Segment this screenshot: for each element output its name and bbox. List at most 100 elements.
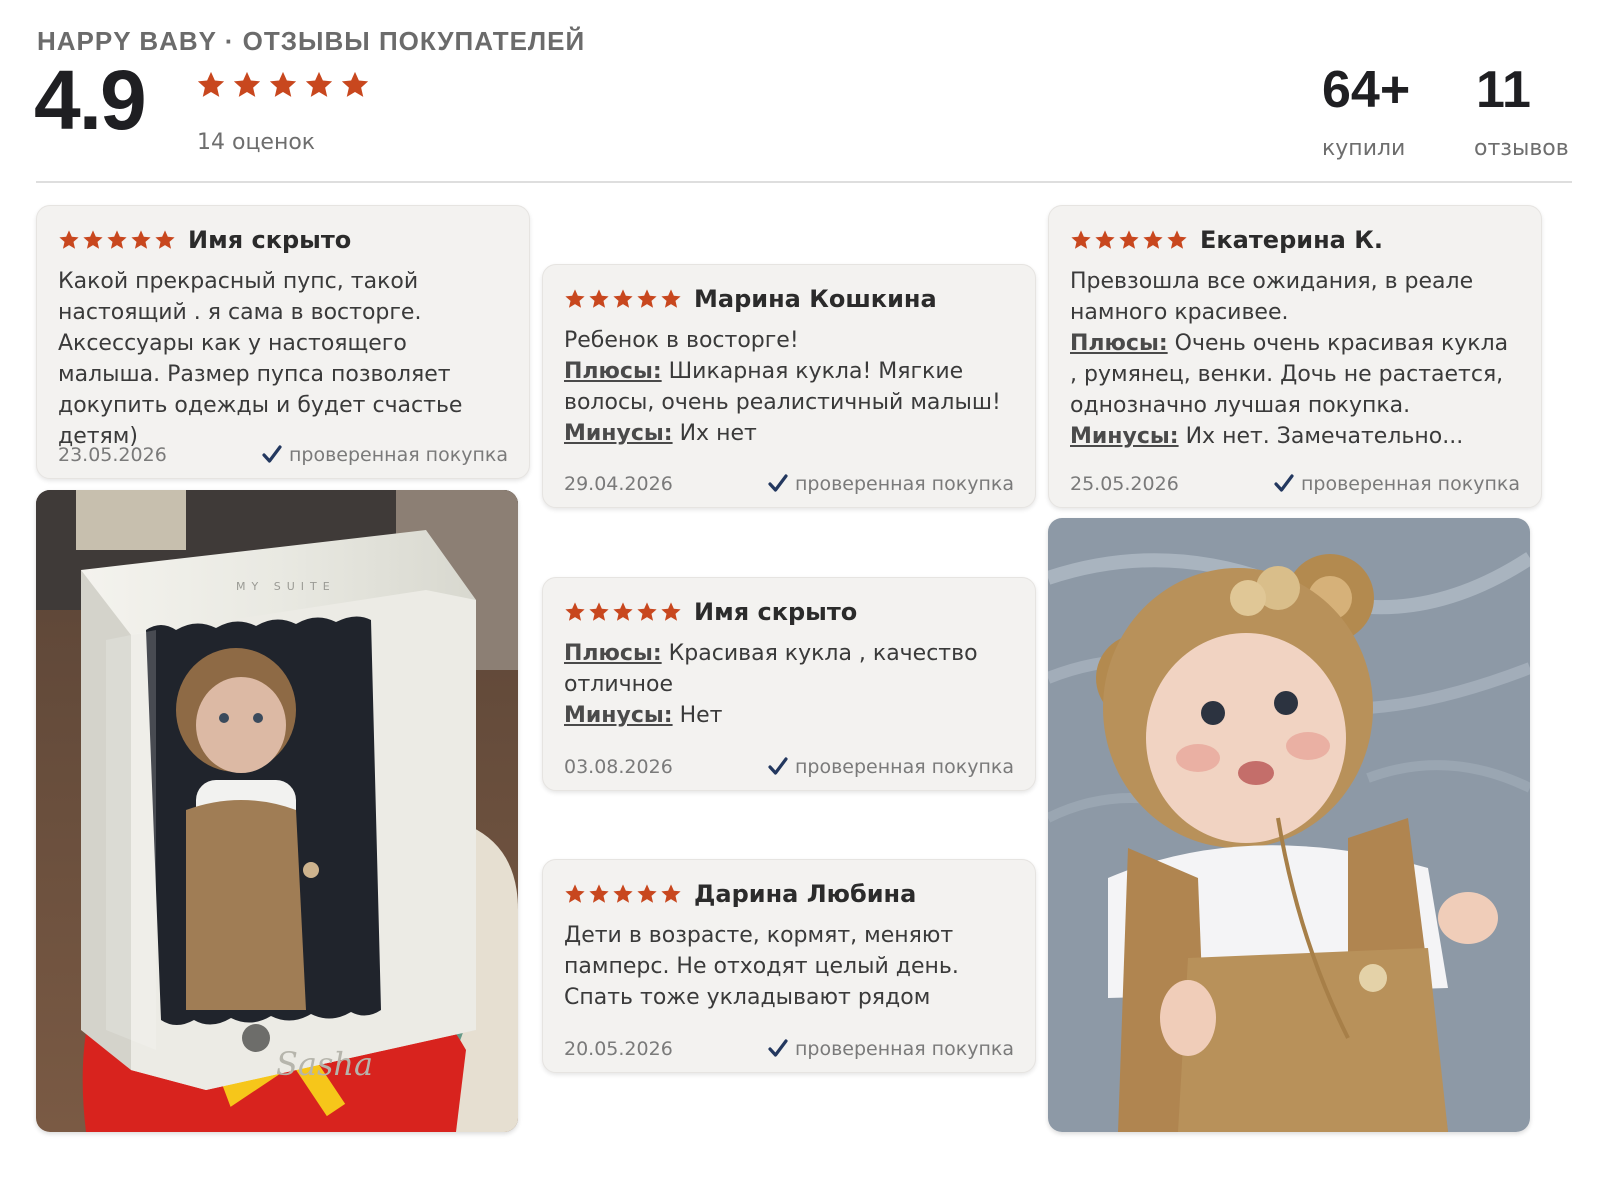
review-date: 25.05.2026: [1070, 473, 1179, 495]
average-rating-stars: [196, 70, 370, 100]
review-stars: [58, 229, 176, 251]
star-icon: [588, 288, 610, 310]
star-icon: [1070, 229, 1092, 251]
verified-label: проверенная покупка: [794, 1038, 1014, 1060]
review-body: Ребенок в восторге! Плюсы: Шикарная кукл…: [564, 325, 1014, 449]
star-icon: [612, 288, 634, 310]
header-divider: [36, 181, 1572, 183]
review-stars: [564, 883, 682, 905]
review-header: Имя скрыто: [58, 224, 508, 256]
star-icon: [82, 229, 104, 251]
review-stars: [564, 288, 682, 310]
review-author: Марина Кошкина: [694, 285, 937, 313]
review-body: Какой прекрасный пупс, такой настоящий .…: [58, 266, 508, 452]
review-author: Имя скрыто: [188, 226, 352, 254]
star-icon: [1142, 229, 1164, 251]
review-text: Ребенок в восторге!: [564, 328, 799, 353]
star-icon: [636, 601, 658, 623]
review-body: Превзошла все ожидания, в реале намного …: [1070, 266, 1520, 452]
review-date: 20.05.2026: [564, 1038, 673, 1060]
review-text: Превзошла все ожидания, в реале намного …: [1070, 269, 1474, 325]
star-icon: [564, 883, 586, 905]
star-icon: [612, 883, 634, 905]
review-stars: [564, 601, 682, 623]
verified-purchase: проверенная покупка: [767, 1038, 1014, 1060]
pros-label: Плюсы:: [564, 641, 662, 666]
star-icon: [636, 288, 658, 310]
cons-text: Нет: [679, 703, 723, 728]
review-stars: [1070, 229, 1188, 251]
review-text: Дети в возрасте, кормят, меняют памперс.…: [564, 923, 959, 1010]
star-icon: [660, 883, 682, 905]
review-pros: Плюсы: Шикарная кукла! Мягкие волосы, оч…: [564, 356, 1014, 418]
bought-value: 64+: [1322, 61, 1411, 119]
star-icon: [154, 229, 176, 251]
review-footer: 03.08.2026 проверенная покупка: [564, 756, 1014, 778]
check-icon: [1273, 473, 1295, 495]
review-header: Имя скрыто: [564, 596, 1014, 628]
review-cons: Минусы: Их нет. Замечательно...: [1070, 421, 1520, 452]
check-icon: [767, 473, 789, 495]
verified-purchase: проверенная покупка: [767, 756, 1014, 778]
review-card: Марина Кошкина Ребенок в восторге! Плюсы…: [542, 264, 1036, 508]
star-icon: [1166, 229, 1188, 251]
review-footer: 29.04.2026 проверенная покупка: [564, 473, 1014, 495]
star-icon: [660, 601, 682, 623]
review-card: Имя скрыто Какой прекрасный пупс, такой …: [36, 205, 530, 479]
star-icon: [1094, 229, 1116, 251]
star-icon: [232, 70, 262, 100]
review-footer: 23.05.2026 проверенная покупка: [58, 444, 508, 466]
review-date: 29.04.2026: [564, 473, 673, 495]
review-header: Марина Кошкина: [564, 283, 1014, 315]
verified-label: проверенная покупка: [1300, 473, 1520, 495]
review-photo-doll-bear-hat[interactable]: [1048, 518, 1530, 1132]
rating-count: 14 оценок: [197, 130, 316, 155]
star-icon: [106, 229, 128, 251]
check-icon: [261, 444, 283, 466]
reviews-value: 11: [1476, 61, 1531, 119]
star-icon: [304, 70, 334, 100]
review-header: Дарина Любина: [564, 878, 1014, 910]
cons-label: Минусы:: [564, 421, 673, 446]
verified-label: проверенная покупка: [794, 473, 1014, 495]
boxed-doll-photo-icon: MY SUITE Sasha: [36, 490, 518, 1132]
review-author: Екатерина К.: [1200, 226, 1383, 254]
check-icon: [767, 756, 789, 778]
star-icon: [130, 229, 152, 251]
review-body: Плюсы: Красивая кукла , качество отлично…: [564, 638, 1014, 731]
review-author: Имя скрыто: [694, 598, 858, 626]
star-icon: [588, 601, 610, 623]
star-icon: [1118, 229, 1140, 251]
review-photo-boxed-doll[interactable]: MY SUITE Sasha: [36, 490, 518, 1132]
svg-text:Sasha: Sasha: [276, 1045, 373, 1083]
review-pros: Плюсы: Очень очень красивая кукла , румя…: [1070, 328, 1520, 421]
review-body: Дети в возрасте, кормят, меняют памперс.…: [564, 920, 1014, 1013]
pros-label: Плюсы:: [1070, 331, 1168, 356]
verified-purchase: проверенная покупка: [1273, 473, 1520, 495]
review-pros: Плюсы: Красивая кукла , качество отлично…: [564, 638, 1014, 700]
star-icon: [564, 288, 586, 310]
star-icon: [268, 70, 298, 100]
review-date: 03.08.2026: [564, 756, 673, 778]
verified-label: проверенная покупка: [794, 756, 1014, 778]
review-card: Дарина Любина Дети в возрасте, кормят, м…: [542, 859, 1036, 1073]
verified-label: проверенная покупка: [288, 444, 508, 466]
svg-text:MY SUITE: MY SUITE: [236, 580, 336, 593]
review-header: Екатерина К.: [1070, 224, 1520, 256]
review-footer: 20.05.2026 проверенная покупка: [564, 1038, 1014, 1060]
review-date: 23.05.2026: [58, 444, 167, 466]
star-icon: [660, 288, 682, 310]
stat-bought: 64+ купили: [1322, 64, 1410, 161]
cons-text: Их нет. Замечательно...: [1185, 424, 1464, 449]
review-cons: Минусы: Нет: [564, 700, 1014, 731]
cons-label: Минусы:: [564, 703, 673, 728]
star-icon: [58, 229, 80, 251]
star-icon: [196, 70, 226, 100]
doll-bear-hat-photo-icon: [1048, 518, 1530, 1132]
pros-label: Плюсы:: [564, 359, 662, 384]
review-card: Екатерина К. Превзошла все ожидания, в р…: [1048, 205, 1542, 508]
star-icon: [636, 883, 658, 905]
star-icon: [564, 601, 586, 623]
star-icon: [612, 601, 634, 623]
average-rating: 4.9: [34, 53, 147, 147]
